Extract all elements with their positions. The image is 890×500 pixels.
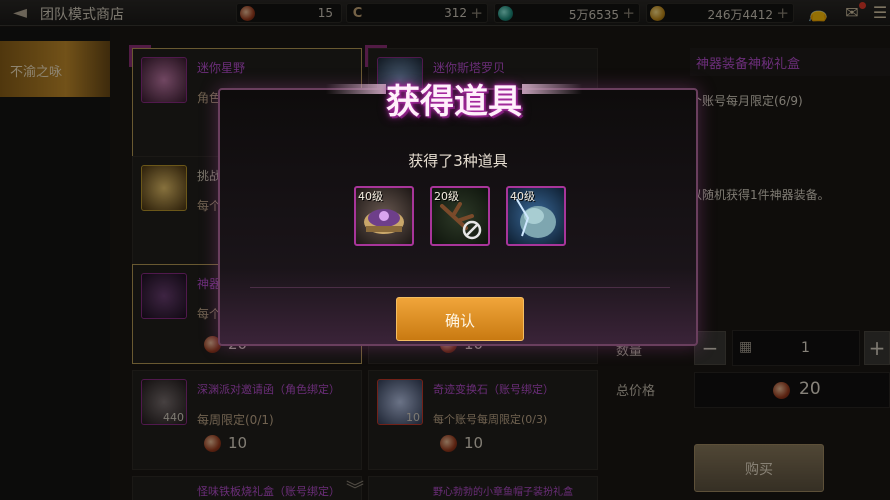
confirm-button[interactable]: 确认 [396, 297, 524, 341]
reward-level: 20级 [434, 190, 459, 203]
reward-level: 40级 [510, 190, 535, 203]
reward-slot[interactable]: 40级 [354, 186, 414, 246]
modal-subtitle: 获得了3种道具 [408, 152, 508, 170]
reward-modal: 获得了3种道具 40级 20级 40级 确认 [218, 88, 698, 346]
reward-level: 40级 [358, 190, 383, 203]
reward-slot[interactable]: 40级 [506, 186, 566, 246]
divider [250, 287, 670, 288]
confirm-button-label: 确认 [444, 312, 475, 330]
modal-title: 获得道具 [386, 82, 522, 122]
reward-slot[interactable]: 20级 [430, 186, 490, 246]
modal-header-banner: 获得道具 [326, 68, 582, 126]
